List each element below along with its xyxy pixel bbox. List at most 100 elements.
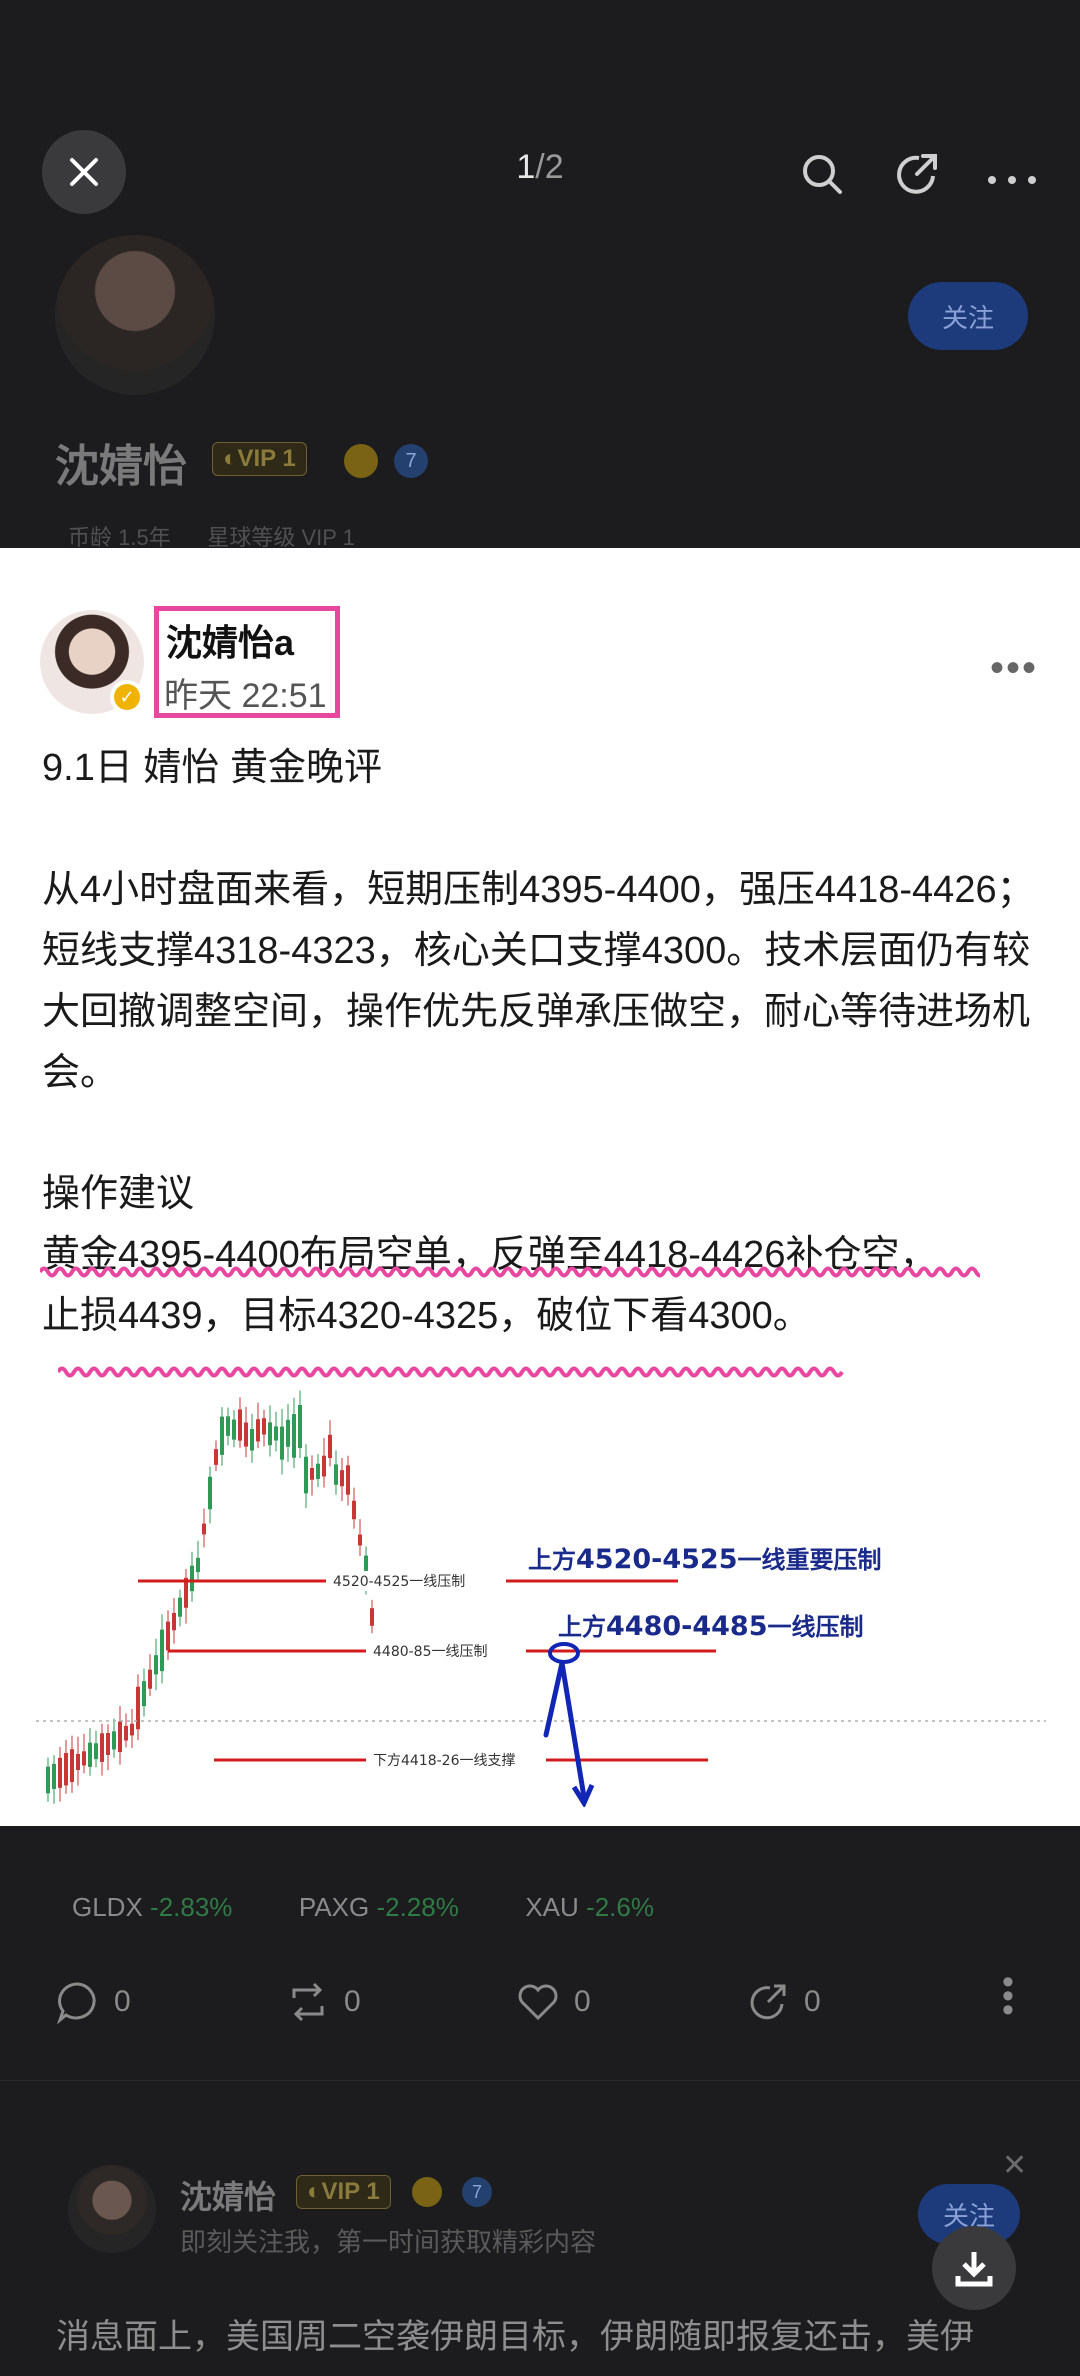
- candle: [154, 1655, 158, 1675]
- profile-name[interactable]: 沈婧怡: [180, 2172, 276, 2218]
- post-paragraph: 从4小时盘面来看，短期压制4395-4400，强压4418-4426；短线支撑4…: [42, 869, 1035, 1094]
- candle: [142, 1681, 146, 1707]
- ticker[interactable]: XAU -2.6%: [525, 1892, 654, 1922]
- repost-button[interactable]: 0: [286, 1980, 361, 2024]
- candle: [64, 1753, 68, 1786]
- candle: [292, 1414, 296, 1458]
- share-action-button[interactable]: 0: [746, 1980, 821, 2024]
- candle: [112, 1731, 116, 1750]
- follow-button[interactable]: 关注: [908, 282, 1028, 350]
- ticker-row: GLDX -2.83% PAXG -2.28% XAU -2.6%: [72, 1892, 654, 1923]
- candle: [328, 1434, 332, 1459]
- repost-icon: [292, 1982, 324, 2022]
- more-vertical-icon[interactable]: • • •: [1002, 1965, 1014, 2027]
- candle: [220, 1416, 224, 1455]
- gold-badge-icon: [412, 2177, 442, 2207]
- more-button[interactable]: [984, 150, 1036, 198]
- ticker[interactable]: GLDX -2.83%: [72, 1892, 232, 1922]
- candle: [214, 1449, 218, 1465]
- vip-badge: ◐ VIP 1: [296, 2175, 391, 2209]
- candle: [202, 1523, 206, 1535]
- annotation: 上方4520-4525一线重要压制: [528, 1544, 882, 1575]
- candle: [130, 1723, 134, 1736]
- more-icon: [988, 176, 1036, 184]
- follow-prompt: 即刻关注我，第一时间获取精彩内容: [180, 2227, 597, 2257]
- candle: [274, 1426, 278, 1441]
- avatar: [55, 235, 215, 395]
- candle: [100, 1733, 104, 1762]
- candle: [352, 1500, 356, 1520]
- gold-badge-icon: [344, 444, 378, 478]
- post-time: 昨天 22:51: [164, 677, 327, 715]
- candle: [232, 1419, 236, 1440]
- vip-badge: ◐ VIP 1: [212, 442, 307, 476]
- advice-line: 止损4439，目标4320-4325，破位下看4300。: [42, 1295, 811, 1337]
- candle: [196, 1557, 200, 1573]
- share-icon: [897, 154, 937, 194]
- candle: [316, 1463, 320, 1479]
- like-button[interactable]: 0: [516, 1980, 591, 2024]
- level-badge: 7: [394, 444, 428, 478]
- candle: [82, 1751, 86, 1766]
- divider: [0, 2080, 1080, 2081]
- candle: [256, 1419, 260, 1442]
- candle: [346, 1465, 350, 1495]
- comment-icon: [57, 1982, 96, 2024]
- search-button[interactable]: [798, 150, 846, 198]
- candle: [226, 1416, 230, 1436]
- share-button[interactable]: [893, 150, 941, 198]
- candle: [136, 1686, 140, 1730]
- candle: [172, 1612, 176, 1631]
- candle: [304, 1456, 308, 1494]
- level-label: 4480-85一线压制: [373, 1644, 488, 1660]
- candle: [94, 1743, 98, 1760]
- post-more-icon[interactable]: •••: [990, 646, 1038, 691]
- candle: [244, 1422, 248, 1447]
- ticker[interactable]: PAXG -2.28%: [299, 1892, 459, 1922]
- chart: 4520-4525一线压制 4480-85一线压制 下方4418-26一线支撑 …: [36, 1385, 1046, 1807]
- candle: [322, 1455, 326, 1477]
- heart-icon: [518, 1984, 558, 2021]
- level-badge: 7: [462, 2177, 492, 2207]
- candle: [106, 1733, 110, 1755]
- profile-name: 沈婧怡: [55, 442, 187, 491]
- candle: [340, 1470, 344, 1487]
- author-name[interactable]: 沈婧怡a: [166, 614, 294, 666]
- candle: [298, 1404, 302, 1449]
- close-icon[interactable]: ✕: [1002, 2148, 1027, 2183]
- candle: [88, 1742, 92, 1767]
- download-icon: [955, 2252, 993, 2287]
- download-button[interactable]: [932, 2226, 1016, 2310]
- candle: [280, 1426, 284, 1460]
- candle: [268, 1422, 272, 1446]
- candle: [358, 1534, 362, 1546]
- candle: [238, 1409, 242, 1441]
- candle: [190, 1565, 194, 1592]
- candle: [46, 1766, 50, 1794]
- post-title: 9.1日 婧怡 黄金晚评: [42, 747, 382, 789]
- candle: [286, 1419, 290, 1447]
- annotation: 上方4480-4485一线压制: [558, 1611, 864, 1642]
- share-icon: [750, 1984, 786, 2020]
- candle: [124, 1725, 128, 1741]
- candle: [160, 1629, 164, 1672]
- level-label: 4520-4525一线压制: [333, 1574, 465, 1590]
- advice-heading: 操作建议: [42, 1173, 195, 1215]
- verified-icon: ✓: [110, 680, 144, 714]
- candle: [370, 1608, 374, 1626]
- candle: [310, 1467, 314, 1480]
- candle: [178, 1597, 182, 1617]
- candle: [70, 1749, 74, 1783]
- candle: [58, 1757, 62, 1788]
- candle: [76, 1754, 80, 1770]
- search-icon: [803, 155, 842, 194]
- candle: [208, 1476, 212, 1510]
- candle: [166, 1621, 170, 1651]
- post-preview-text: 消息面上，美国周二空袭伊朗目标，伊朗随即报复还击，美伊: [56, 2318, 974, 2356]
- avatar[interactable]: [68, 2165, 156, 2253]
- candle: [250, 1429, 254, 1451]
- candle: [52, 1763, 56, 1789]
- highlight-underline: [58, 1366, 844, 1378]
- candle: [262, 1418, 266, 1435]
- comment-button[interactable]: 0: [56, 1980, 131, 2024]
